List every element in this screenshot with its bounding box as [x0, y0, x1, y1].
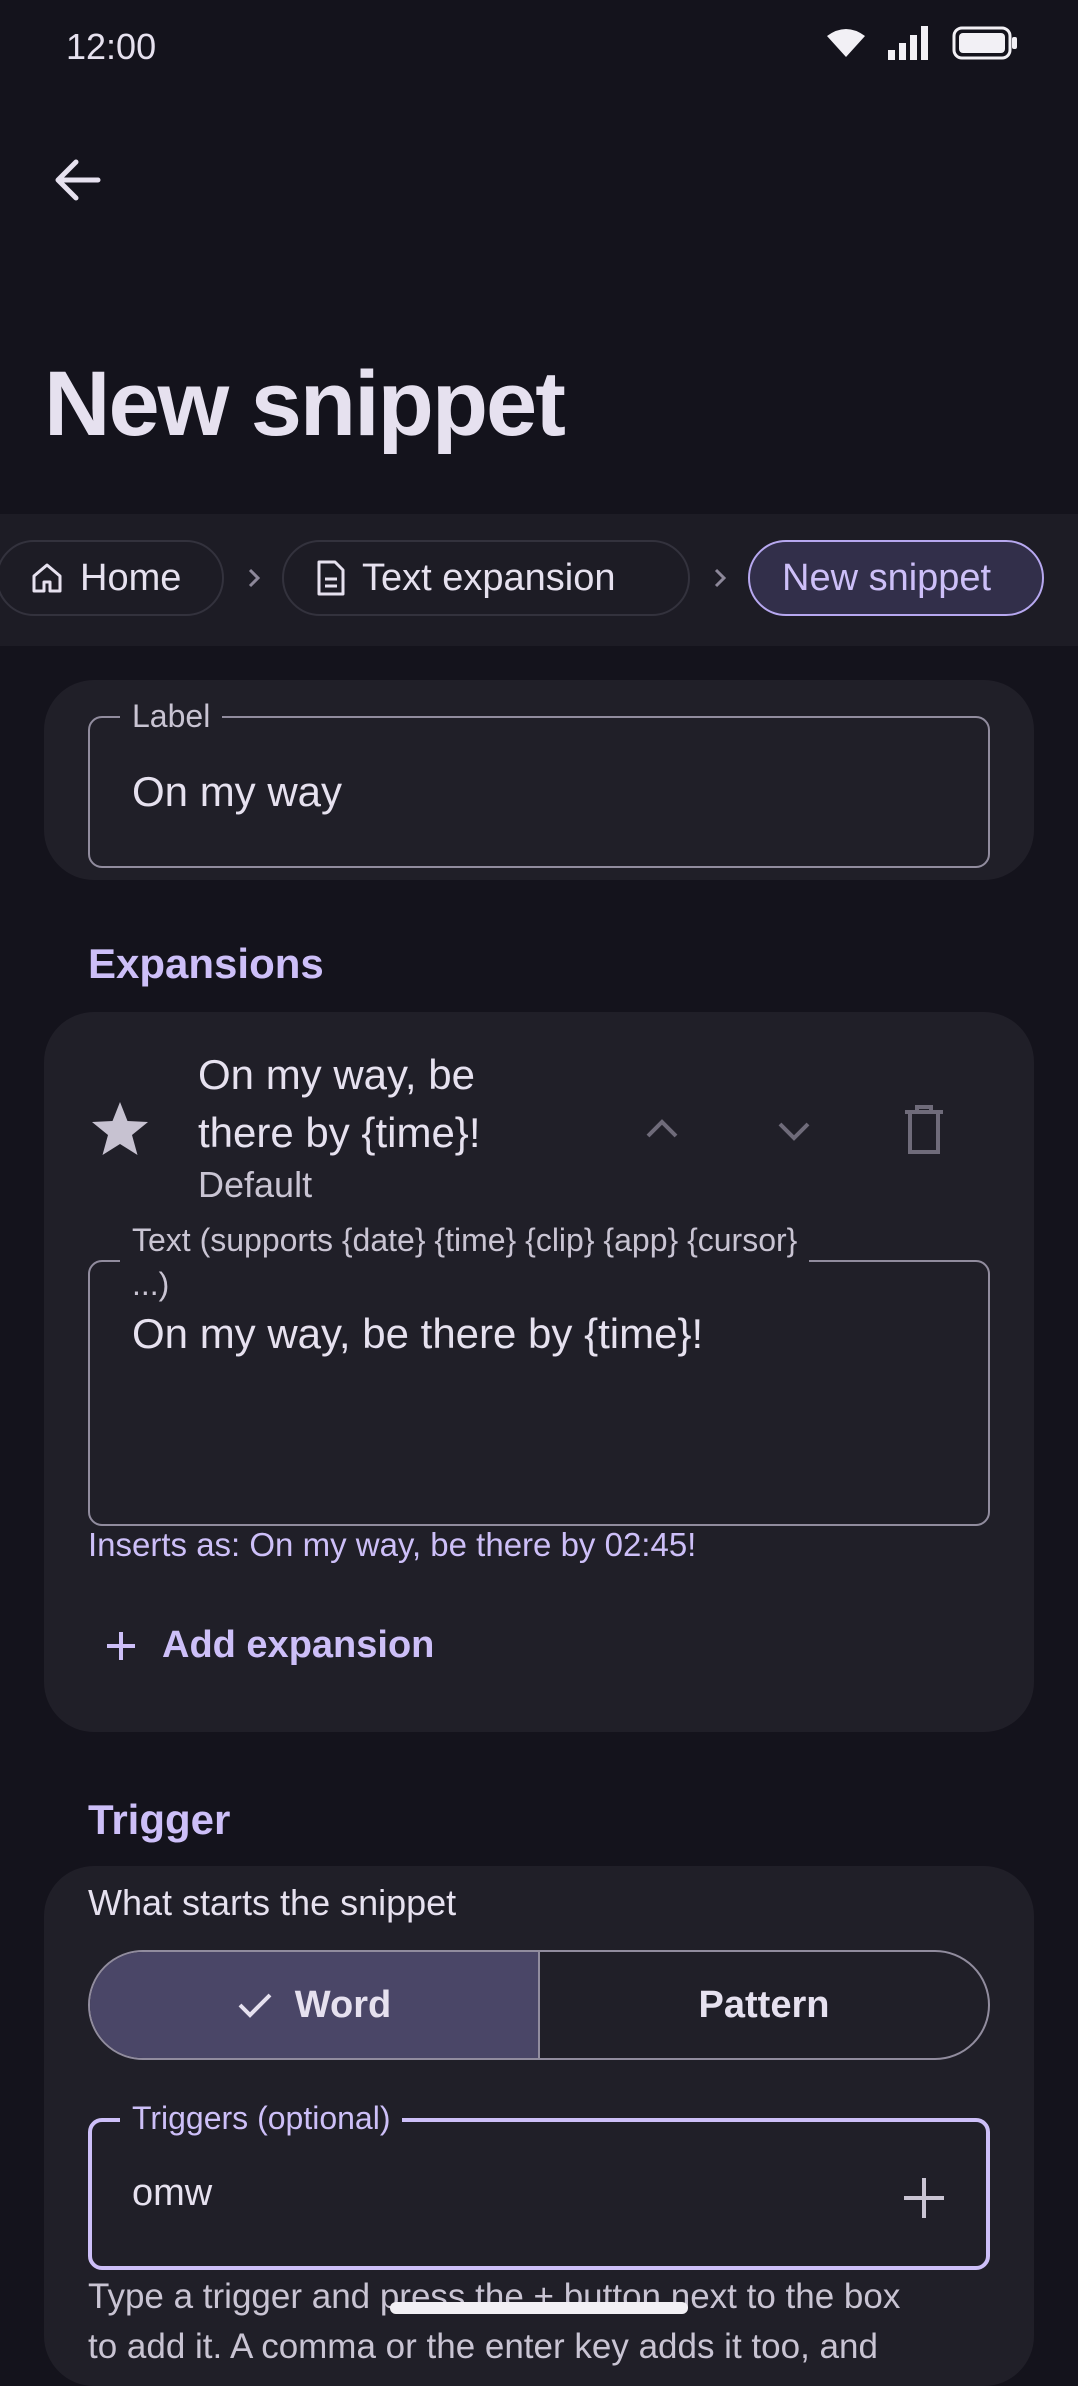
- breadcrumb-text-expansion[interactable]: Text expansion: [282, 540, 690, 616]
- expansion-text-field-label: Text (supports {date} {time} {clip} {app…: [120, 1218, 810, 1306]
- check-icon: [238, 1993, 272, 2018]
- trigger-type-segmented: Word Pattern: [88, 1950, 990, 2060]
- breadcrumb: Home Text expansion New snippet: [0, 514, 1078, 646]
- move-up-icon[interactable]: [640, 1112, 684, 1142]
- triggers-field[interactable]: [88, 2118, 990, 2270]
- battery-icon: [952, 26, 1017, 60]
- triggers-field-label: Triggers (optional): [120, 2100, 403, 2136]
- label-field-label: Label: [120, 698, 223, 734]
- add-expansion-button[interactable]: Add expansion: [104, 1624, 434, 1667]
- expansions-card: On my way, be there by {time}! Default T…: [44, 1012, 1034, 1732]
- label-card: Label On my way: [44, 680, 1034, 880]
- trash-icon[interactable]: [902, 1104, 946, 1156]
- chevron-right-icon: [714, 568, 727, 588]
- triggers-input-value[interactable]: omw: [132, 2172, 212, 2215]
- wifi-icon: [827, 29, 865, 57]
- expansions-title: Expansions: [88, 940, 324, 987]
- trigger-help-text: Type a trigger and press the + button ne…: [88, 2277, 901, 2366]
- breadcrumb-text-expansion-label: Text expansion: [362, 556, 616, 599]
- add-trigger-icon[interactable]: [902, 2176, 946, 2220]
- page-title: New snippet: [44, 353, 566, 455]
- status-time: 12:00: [66, 26, 157, 67]
- back-arrow-icon[interactable]: [48, 150, 108, 210]
- plus-icon: [107, 1631, 135, 1660]
- star-icon[interactable]: [90, 1100, 150, 1158]
- move-down-icon[interactable]: [772, 1116, 816, 1146]
- trigger-option-pattern[interactable]: Pattern: [540, 1952, 988, 2058]
- trigger-title: Trigger: [88, 1796, 231, 1843]
- chevron-right-icon: [248, 568, 261, 588]
- signal-icon: [888, 26, 928, 60]
- expansion-preview: Inserts as: On my way, be there by 02:45…: [88, 1526, 697, 1563]
- expansion-title[interactable]: On my way, be there by {time}!: [198, 1046, 481, 1162]
- document-icon: [317, 560, 345, 596]
- breadcrumb-current[interactable]: New snippet: [748, 540, 1044, 616]
- home-icon: [32, 563, 62, 593]
- expansion-text-value[interactable]: On my way, be there by {time}!: [132, 1310, 703, 1358]
- breadcrumb-current-label: New snippet: [782, 556, 992, 599]
- status-icons: [826, 26, 1018, 60]
- label-field-value[interactable]: On my way: [132, 768, 342, 816]
- trigger-option-word[interactable]: Word: [90, 1952, 540, 2058]
- breadcrumb-home-label: Home: [80, 556, 182, 599]
- home-indicator[interactable]: [390, 2302, 688, 2314]
- breadcrumb-home[interactable]: Home: [0, 540, 224, 616]
- trigger-description: What starts the snippet: [88, 1882, 457, 1923]
- expansion-subtitle: Default: [198, 1164, 313, 1205]
